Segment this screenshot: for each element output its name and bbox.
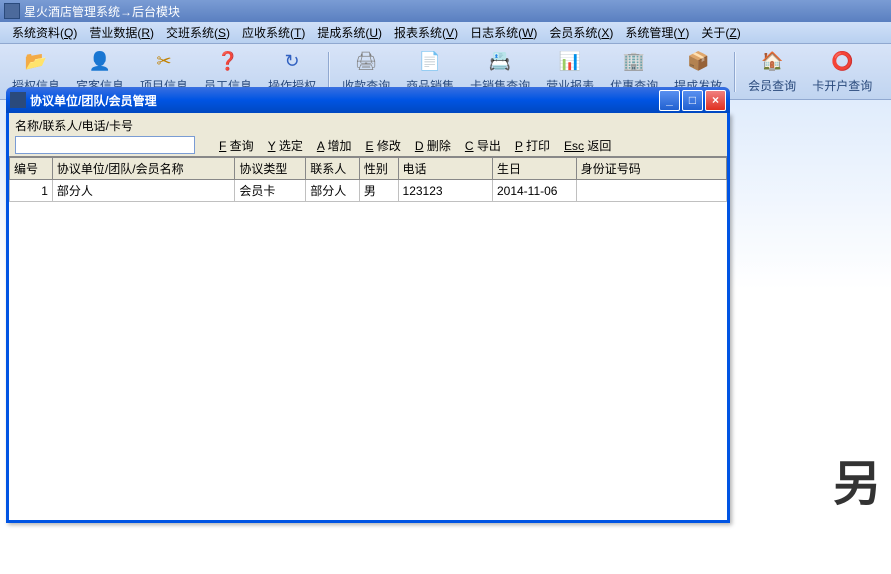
menu-item[interactable]: 交班系统(S) bbox=[160, 22, 236, 43]
toolbar-icon: ✂ bbox=[152, 49, 176, 73]
action-button[interactable]: A 增加 bbox=[317, 137, 352, 154]
search-input[interactable] bbox=[15, 136, 195, 154]
close-button[interactable]: × bbox=[705, 90, 726, 111]
table-cell: 部分人 bbox=[52, 180, 234, 202]
column-header[interactable]: 联系人 bbox=[306, 158, 360, 180]
menu-item[interactable]: 系统管理(Y) bbox=[619, 22, 695, 43]
child-titlebar[interactable]: 协议单位/团队/会员管理 _ □ × bbox=[6, 87, 730, 113]
column-header[interactable]: 编号 bbox=[10, 158, 53, 180]
toolbar-icon: 📦 bbox=[686, 49, 710, 73]
main-titlebar: 星火酒店管理系统→后台模块 bbox=[0, 0, 891, 22]
table-body: 1部分人会员卡部分人男1231232014-11-06 bbox=[10, 180, 727, 202]
column-header[interactable]: 协议类型 bbox=[235, 158, 306, 180]
toolbar-icon: 🏢 bbox=[622, 49, 646, 73]
action-button[interactable]: Y 选定 bbox=[268, 137, 303, 154]
table-header-row: 编号协议单位/团队/会员名称协议类型联系人性别电话生日身份证号码 bbox=[10, 158, 727, 180]
table-cell: 部分人 bbox=[306, 180, 360, 202]
toolbar-button[interactable]: 🏠 会员查询 bbox=[740, 47, 804, 97]
menu-item[interactable]: 会员系统(X) bbox=[543, 22, 619, 43]
table-cell bbox=[576, 180, 726, 202]
column-header[interactable]: 电话 bbox=[398, 158, 492, 180]
toolbar-separator bbox=[734, 52, 736, 92]
child-window: 协议单位/团队/会员管理 _ □ × 名称/联系人/电话/卡号 F 查询Y 选定… bbox=[6, 113, 730, 523]
column-header[interactable]: 协议单位/团队/会员名称 bbox=[52, 158, 234, 180]
toolbar-label: 会员查询 bbox=[748, 77, 796, 94]
toolbar-icon: ↻ bbox=[280, 49, 304, 73]
child-window-title: 协议单位/团队/会员管理 bbox=[30, 92, 659, 109]
menu-item[interactable]: 日志系统(W) bbox=[464, 22, 543, 43]
action-button[interactable]: F 查询 bbox=[219, 137, 254, 154]
toolbar-label: 卡开户查询 bbox=[812, 77, 872, 94]
toolbar-separator bbox=[328, 52, 330, 92]
table-cell: 2014-11-06 bbox=[492, 180, 576, 202]
search-label: 名称/联系人/电话/卡号 bbox=[15, 117, 721, 134]
menu-item[interactable]: 系统资料(Q) bbox=[6, 22, 83, 43]
minimize-button[interactable]: _ bbox=[659, 90, 680, 111]
column-header[interactable]: 身份证号码 bbox=[576, 158, 726, 180]
toolbar-icon: 📇 bbox=[488, 49, 512, 73]
menu-item[interactable]: 报表系统(V) bbox=[388, 22, 464, 43]
toolbar-button[interactable]: ⭕ 卡开户查询 bbox=[804, 47, 880, 97]
menubar: 系统资料(Q)营业数据(R)交班系统(S)应收系统(T)提成系统(U)报表系统(… bbox=[0, 22, 891, 44]
action-button[interactable]: E 修改 bbox=[366, 137, 401, 154]
table-cell: 123123 bbox=[398, 180, 492, 202]
table-row[interactable]: 1部分人会员卡部分人男1231232014-11-06 bbox=[10, 180, 727, 202]
toolbar-icon: 📂 bbox=[24, 49, 48, 73]
toolbar-icon: ⭕ bbox=[830, 49, 854, 73]
menu-item[interactable]: 营业数据(R) bbox=[83, 22, 160, 43]
toolbar-icon: 📄 bbox=[418, 49, 442, 73]
action-button[interactable]: D 删除 bbox=[415, 137, 451, 154]
table-cell: 会员卡 bbox=[235, 180, 306, 202]
action-button[interactable]: C 导出 bbox=[465, 137, 501, 154]
app-icon bbox=[4, 3, 20, 19]
action-panel: 名称/联系人/电话/卡号 F 查询 Y 选定 A 增加 E 修改 D 删除 C 导出 P 打… bbox=[9, 113, 727, 157]
background-decorative-text: 另 bbox=[833, 444, 881, 514]
action-button[interactable]: Esc 返回 bbox=[564, 137, 611, 154]
table-wrap[interactable]: 编号协议单位/团队/会员名称协议类型联系人性别电话生日身份证号码 1部分人会员卡… bbox=[9, 157, 727, 520]
action-button[interactable]: P 打印 bbox=[515, 137, 550, 154]
maximize-button[interactable]: □ bbox=[682, 90, 703, 111]
main-title: 星火酒店管理系统→后台模块 bbox=[24, 3, 180, 20]
action-buttons: F 查询 Y 选定 A 增加 E 修改 D 删除 C 导出 P 打印 Esc 返回 bbox=[219, 137, 611, 154]
menu-item[interactable]: 应收系统(T) bbox=[236, 22, 311, 43]
menu-item[interactable]: 关于(Z) bbox=[695, 22, 746, 43]
column-header[interactable]: 生日 bbox=[492, 158, 576, 180]
table-cell: 1 bbox=[10, 180, 53, 202]
window-buttons: _ □ × bbox=[659, 90, 726, 111]
menu-item[interactable]: 提成系统(U) bbox=[311, 22, 388, 43]
child-window-icon bbox=[10, 92, 26, 108]
toolbar-icon: 👤 bbox=[88, 49, 112, 73]
toolbar-icon: 📊 bbox=[558, 49, 582, 73]
toolbar-icon: ❓ bbox=[216, 49, 240, 73]
data-table: 编号协议单位/团队/会员名称协议类型联系人性别电话生日身份证号码 1部分人会员卡… bbox=[9, 157, 727, 202]
column-header[interactable]: 性别 bbox=[359, 158, 398, 180]
toolbar-icon: 🏠 bbox=[760, 49, 784, 73]
table-cell: 男 bbox=[359, 180, 398, 202]
toolbar-icon: 🖨 bbox=[354, 49, 378, 73]
